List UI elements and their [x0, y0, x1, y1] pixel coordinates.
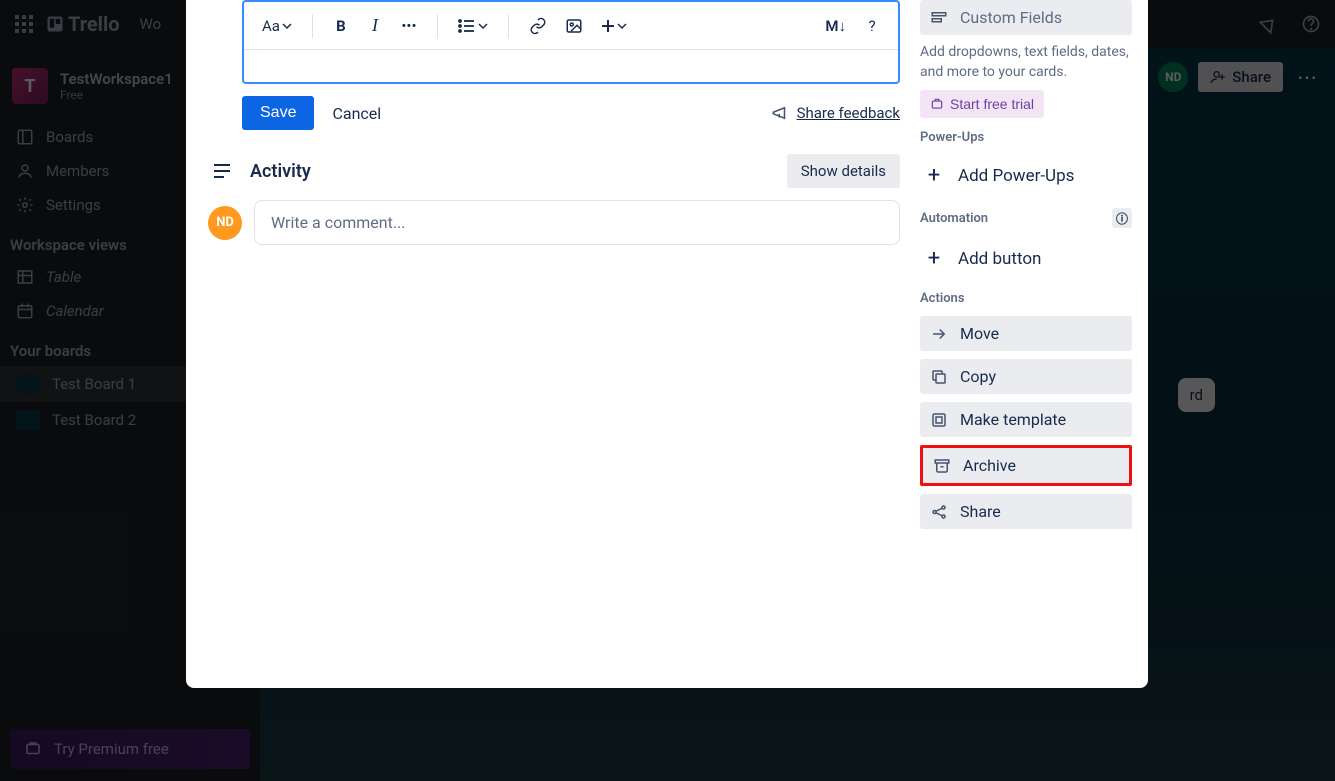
megaphone-icon	[771, 104, 789, 122]
text-style-button[interactable]: Aa	[256, 11, 298, 41]
side-link-label: Add button	[958, 249, 1041, 269]
user-avatar: ND	[208, 206, 242, 240]
plus-icon: +	[924, 246, 944, 271]
start-trial-button[interactable]: Start free trial	[920, 90, 1044, 118]
template-icon	[930, 411, 948, 429]
list-button[interactable]	[452, 13, 494, 39]
make-template-button[interactable]: Make template	[920, 402, 1132, 437]
trial-label: Start free trial	[950, 96, 1034, 112]
italic-button[interactable]: I	[361, 9, 389, 42]
image-button[interactable]	[559, 11, 589, 41]
briefcase-icon	[930, 97, 944, 111]
comment-input[interactable]: Write a comment...	[254, 200, 900, 245]
side-btn-label: Make template	[960, 410, 1066, 429]
plus-icon: +	[924, 163, 944, 188]
share-icon	[930, 503, 948, 521]
archive-button[interactable]: Archive	[920, 445, 1132, 486]
automation-info-button[interactable]: ⓘ	[1112, 208, 1132, 228]
side-btn-label: Custom Fields	[960, 8, 1062, 27]
archive-icon	[933, 457, 951, 475]
copy-button[interactable]: Copy	[920, 359, 1132, 394]
cancel-button[interactable]: Cancel	[332, 104, 381, 123]
save-button[interactable]: Save	[242, 96, 314, 130]
side-btn-label: Archive	[963, 456, 1016, 475]
share-feedback-link[interactable]: Share feedback	[771, 104, 900, 122]
custom-fields-desc: Add dropdowns, text fields, dates, and m…	[920, 43, 1132, 82]
feedback-label: Share feedback	[797, 104, 900, 122]
card-modal: Aa B I ••• M↓ ? Save Cancel	[186, 0, 1148, 688]
actions-label: Actions	[920, 291, 1132, 306]
powerups-label: Power-Ups	[920, 130, 1132, 145]
editor-toolbar: Aa B I ••• M↓ ?	[244, 2, 898, 50]
automation-label: Automation	[920, 211, 988, 226]
editor-body[interactable]	[244, 50, 898, 82]
editor-help-button[interactable]: ?	[858, 11, 886, 41]
bold-button[interactable]: B	[327, 11, 355, 41]
side-btn-label: Move	[960, 324, 999, 343]
custom-fields-button[interactable]: Custom Fields	[920, 0, 1132, 35]
add-automation-button[interactable]: + Add button	[920, 238, 1132, 279]
show-details-button[interactable]: Show details	[787, 154, 900, 188]
activity-title: Activity	[250, 161, 773, 182]
add-powerups-button[interactable]: + Add Power-Ups	[920, 155, 1132, 196]
arrow-right-icon	[930, 325, 948, 343]
fields-icon	[930, 9, 948, 27]
move-button[interactable]: Move	[920, 316, 1132, 351]
activity-icon	[208, 159, 236, 183]
description-editor[interactable]: Aa B I ••• M↓ ?	[242, 0, 900, 84]
more-formatting-button[interactable]: •••	[395, 11, 423, 41]
copy-icon	[930, 368, 948, 386]
link-button[interactable]	[523, 11, 553, 41]
side-btn-label: Share	[960, 502, 1001, 521]
share-card-button[interactable]: Share	[920, 494, 1132, 529]
side-btn-label: Copy	[960, 367, 996, 386]
insert-button[interactable]	[595, 13, 633, 39]
markdown-button[interactable]: M↓	[819, 11, 852, 41]
side-link-label: Add Power-Ups	[958, 166, 1074, 186]
